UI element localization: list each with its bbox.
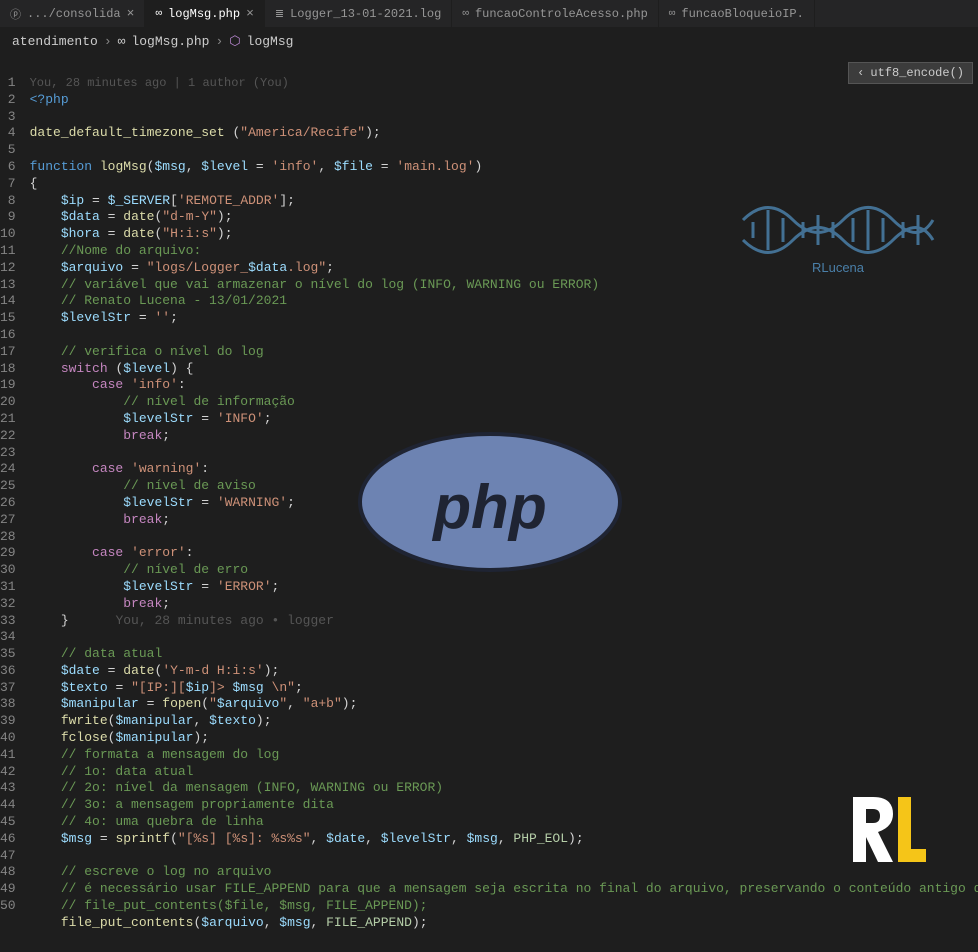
log-icon: ≣	[275, 7, 284, 21]
close-icon[interactable]: ×	[246, 6, 254, 21]
code-area[interactable]: You, 28 minutes ago | 1 author (You)<?ph…	[30, 55, 978, 952]
php-icon: ∞	[462, 8, 469, 20]
php-icon: ∞	[155, 8, 162, 20]
tab-label: .../consolida	[27, 7, 121, 21]
tab-label: funcaoControleAcesso.php	[475, 7, 648, 21]
tab-label: logMsg.php	[168, 7, 240, 21]
tab-bar: ⓟ .../consolida × ∞ logMsg.php × ≣ Logge…	[0, 0, 978, 27]
tab-funcao-controle[interactable]: ∞ funcaoControleAcesso.php	[452, 0, 658, 27]
chevron-right-icon: ›	[104, 34, 112, 49]
breadcrumb-symbol[interactable]: logMsg	[247, 34, 294, 49]
breadcrumb: atendimento › ∞ logMsg.php › ⬡ logMsg	[0, 27, 978, 55]
tab-logger-log[interactable]: ≣ Logger_13-01-2021.log	[265, 0, 452, 27]
tab-logmsg[interactable]: ∞ logMsg.php ×	[145, 0, 264, 27]
gitlens-blame: You, 28 minutes ago | 1 author (You)	[30, 74, 978, 92]
tab-label: Logger_13-01-2021.log	[290, 7, 441, 21]
tab-funcao-bloqueio[interactable]: ∞ funcaoBloqueioIP.	[659, 0, 815, 27]
close-icon[interactable]: ×	[127, 6, 135, 21]
breadcrumb-file[interactable]: logMsg.php	[131, 34, 209, 49]
tab-consolida[interactable]: ⓟ .../consolida ×	[0, 0, 145, 27]
line-gutter: 1 2 3 4 5 6 7 8 9 10 11 12 13 14 15 16 1…	[0, 55, 30, 952]
editor: 1 2 3 4 5 6 7 8 9 10 11 12 13 14 15 16 1…	[0, 55, 978, 952]
php-icon: ⓟ	[10, 6, 21, 22]
tab-label: funcaoBloqueioIP.	[681, 7, 803, 21]
symbol-icon: ⬡	[229, 34, 240, 49]
php-icon: ∞	[669, 8, 676, 20]
chevron-right-icon: ›	[215, 34, 223, 49]
php-icon: ∞	[118, 34, 126, 49]
breadcrumb-folder[interactable]: atendimento	[12, 34, 98, 49]
